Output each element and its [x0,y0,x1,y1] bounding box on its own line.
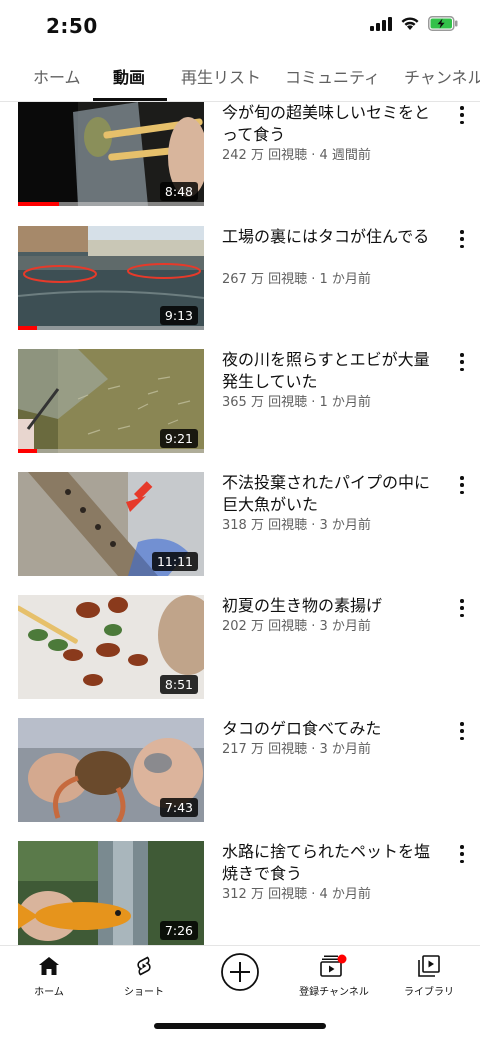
nav-home-label: ホーム [34,987,64,998]
video-title[interactable]: 工場の裏にはタコが住んでる [222,226,434,248]
video-thumbnail[interactable]: 8:48 [18,102,204,206]
video-item[interactable]: 9:13 工場の裏にはタコが住んでる 267 万 回視聴 · 1 か月前 [0,226,480,334]
video-duration: 8:51 [159,675,198,694]
wifi-icon [401,17,419,30]
video-meta: 365 万 回視聴 · 1 か月前 [222,395,371,410]
video-duration: 11:11 [151,552,198,571]
video-thumbnail[interactable]: 7:43 [18,718,204,822]
video-title[interactable]: 夜の川を照らすとエビが大量発生していた [222,349,434,393]
tab-playlists[interactable]: 再生リスト [181,64,261,101]
video-title[interactable]: タコのゲロ食べてみた [222,718,434,740]
status-icons [370,16,458,31]
tab-community[interactable]: コミュニティ [285,64,380,101]
video-title[interactable]: 今が旬の超美味しいセミをとって食う [222,102,434,146]
video-thumbnail[interactable]: 9:21 [18,349,204,453]
video-title[interactable]: 水路に捨てられたペットを塩焼きで食う [222,841,434,885]
nav-library-label: ライブラリ [404,987,454,998]
nav-home[interactable]: ホーム [9,954,89,998]
tab-videos[interactable]: 動画 [113,64,145,101]
watch-progress-bar [18,326,37,330]
more-options-icon[interactable] [456,476,468,494]
video-meta: 318 万 回視聴 · 3 か月前 [222,518,371,533]
video-item[interactable]: 9:21 夜の川を照らすとエビが大量発生していた 365 万 回視聴 · 1 か… [0,349,480,457]
video-item[interactable]: 11:11 不法投棄されたパイプの中に巨大魚がいた 318 万 回視聴 · 3 … [0,472,480,580]
video-title[interactable]: 初夏の生き物の素揚げ [222,595,434,617]
battery-charging-icon [428,16,458,31]
home-indicator[interactable] [154,1023,326,1029]
library-icon [418,955,440,977]
home-icon [39,957,59,975]
video-duration: 8:48 [159,182,198,201]
video-thumbnail[interactable]: 11:11 [18,472,204,576]
nav-subscriptions-label: 登録チャンネル [299,987,369,998]
video-duration: 7:43 [159,798,198,817]
status-time: 2:50 [46,14,98,38]
watch-progress-bar [18,202,59,206]
nav-library[interactable]: ライブラリ [389,954,469,998]
tab-channel[interactable]: チャンネル [404,64,480,101]
video-thumbnail[interactable]: 8:51 [18,595,204,699]
more-options-icon[interactable] [456,353,468,371]
tab-home[interactable]: ホーム [33,64,81,101]
nav-subscriptions[interactable]: 登録チャンネル [294,954,374,998]
video-title[interactable]: 不法投棄されたパイプの中に巨大魚がいた [222,472,434,516]
more-options-icon[interactable] [456,106,468,124]
video-feed[interactable]: 8:48 今が旬の超美味しいセミをとって食う 242 万 回視聴 · 4 週間前… [0,102,480,945]
cellular-signal-icon [370,16,392,31]
watch-progress-bar [18,449,37,453]
video-meta: 312 万 回視聴 · 4 か月前 [222,887,371,902]
active-tab-indicator [93,98,167,101]
nav-shorts-label: ショート [124,987,164,998]
channel-tabs: ホーム 動画 再生リスト コミュニティ チャンネル [0,52,480,102]
subscriptions-icon [320,954,347,977]
more-options-icon[interactable] [456,599,468,617]
nav-create[interactable] [200,952,280,992]
more-options-icon[interactable] [456,845,468,863]
video-thumbnail[interactable]: 9:13 [18,226,204,330]
video-meta: 217 万 回視聴 · 3 か月前 [222,742,371,757]
status-bar: 2:50 [0,0,480,52]
nav-shorts[interactable]: ショート [104,954,184,998]
video-item[interactable]: 7:43 タコのゲロ食べてみた 217 万 回視聴 · 3 か月前 [0,718,480,826]
video-duration: 7:26 [159,921,198,940]
video-item[interactable]: 7:26 水路に捨てられたペットを塩焼きで食う 312 万 回視聴 · 4 か月… [0,841,480,945]
video-duration: 9:13 [159,306,198,325]
create-plus-icon [221,953,259,991]
more-options-icon[interactable] [456,722,468,740]
video-item[interactable]: 8:51 初夏の生き物の素揚げ 202 万 回視聴 · 3 か月前 [0,595,480,703]
video-item[interactable]: 8:48 今が旬の超美味しいセミをとって食う 242 万 回視聴 · 4 週間前 [0,102,480,210]
video-meta: 242 万 回視聴 · 4 週間前 [222,148,371,163]
video-meta: 267 万 回視聴 · 1 か月前 [222,272,371,287]
shorts-icon [137,956,151,976]
video-meta: 202 万 回視聴 · 3 か月前 [222,619,371,634]
video-thumbnail[interactable]: 7:26 [18,841,204,945]
more-options-icon[interactable] [456,230,468,248]
video-duration: 9:21 [159,429,198,448]
